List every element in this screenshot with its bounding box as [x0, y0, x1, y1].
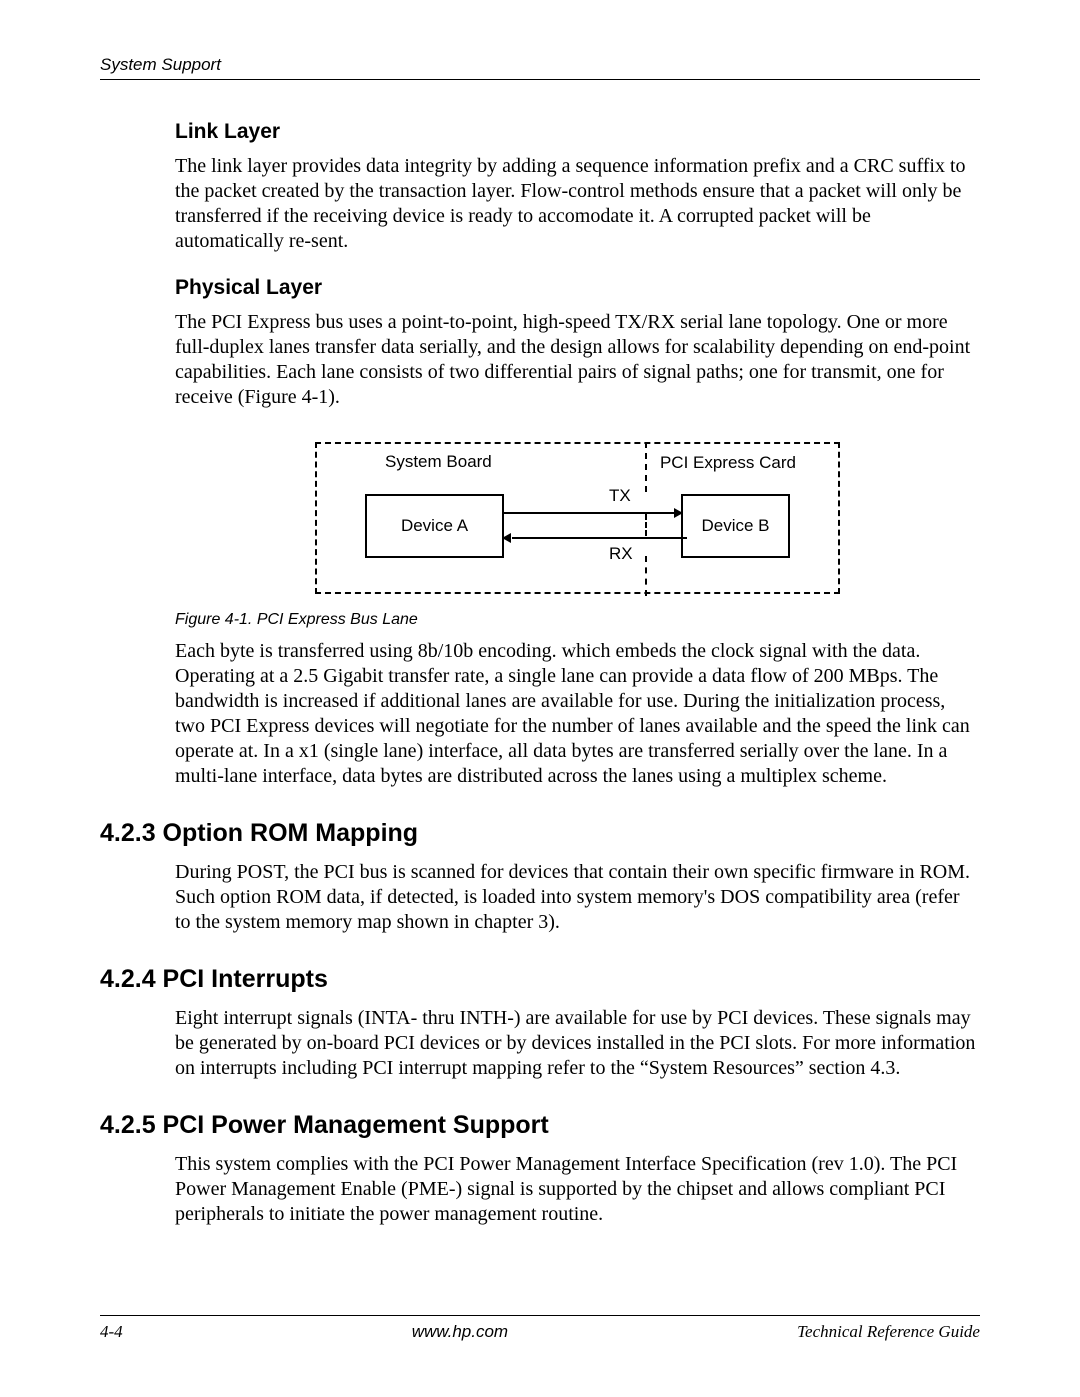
figure-caption: Figure 4-1. PCI Express Bus Lane — [175, 611, 980, 629]
label-device-b: Device B — [701, 516, 769, 536]
pci-interrupts-heading: 4.2.4 PCI Interrupts — [100, 965, 980, 994]
footer-guide-title: Technical Reference Guide — [797, 1322, 980, 1342]
label-system-board: System Board — [385, 452, 492, 472]
physical-layer-body-1: The PCI Express bus uses a point-to-poin… — [175, 310, 980, 410]
pci-power-body: This system complies with the PCI Power … — [175, 1152, 980, 1227]
footer-page-number: 4-4 — [100, 1322, 123, 1342]
box-device-b: Device B — [681, 494, 790, 558]
rx-arrowhead-icon — [502, 533, 511, 543]
divider-mid — [645, 514, 647, 536]
label-pci-express-card: PCI Express Card — [660, 453, 796, 473]
page-footer: 4-4 www.hp.com Technical Reference Guide — [100, 1315, 980, 1342]
main-content: Link Layer The link layer provides data … — [100, 120, 980, 1227]
figure-4-1: System Board PCI Express Card Device A D… — [175, 442, 980, 599]
rx-line — [512, 537, 687, 539]
physical-layer-heading: Physical Layer — [175, 276, 980, 300]
pci-interrupts-body: Eight interrupt signals (INTA- thru INTH… — [175, 1006, 980, 1081]
header-rule — [100, 79, 980, 80]
box-device-a: Device A — [365, 494, 504, 558]
option-rom-body: During POST, the PCI bus is scanned for … — [175, 860, 980, 935]
label-rx: RX — [609, 544, 633, 564]
label-tx: TX — [609, 486, 631, 506]
divider-top — [645, 442, 647, 492]
physical-layer-body-2: Each byte is transferred using 8b/10b en… — [175, 639, 980, 789]
link-layer-heading: Link Layer — [175, 120, 980, 144]
diagram-container: System Board PCI Express Card Device A D… — [315, 442, 840, 594]
header-section: System Support — [100, 55, 980, 75]
footer-url: www.hp.com — [412, 1322, 508, 1342]
tx-line — [502, 512, 674, 514]
link-layer-body: The link layer provides data integrity b… — [175, 154, 980, 254]
tx-arrowhead-icon — [674, 508, 683, 518]
footer-rule — [100, 1315, 980, 1316]
pci-power-heading: 4.2.5 PCI Power Management Support — [100, 1111, 980, 1140]
option-rom-heading: 4.2.3 Option ROM Mapping — [100, 819, 980, 848]
label-device-a: Device A — [401, 516, 468, 536]
divider-bottom — [645, 556, 647, 596]
